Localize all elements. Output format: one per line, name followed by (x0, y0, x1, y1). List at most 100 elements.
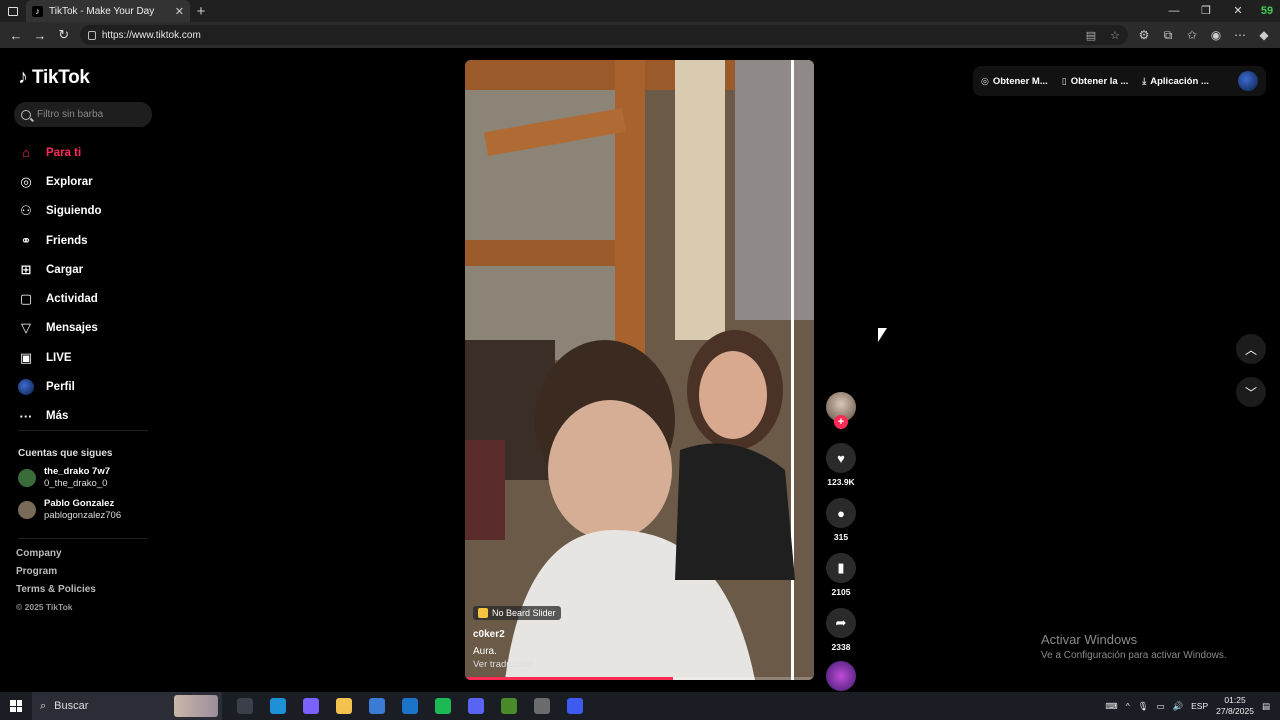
search-box[interactable] (14, 102, 152, 127)
keyboard-icon[interactable]: ⌨ (1105, 701, 1117, 712)
taskbar-app-edge[interactable] (261, 692, 294, 720)
app-icon (566, 698, 583, 714)
search-highlight-image (174, 695, 218, 717)
taskbar-app-explorer[interactable] (327, 692, 360, 720)
tab-close-icon[interactable]: ✕ (175, 5, 184, 18)
tiktok-logo[interactable]: ♪ TikTok (18, 66, 90, 89)
video-progress-bar[interactable] (465, 677, 814, 680)
nav-item-friends[interactable]: ⚭ Friends (18, 226, 102, 255)
bookmark-icon[interactable]: ▮ (826, 553, 856, 583)
nav-item-explore[interactable]: ◎ Explorar (18, 167, 102, 196)
taskbar-clock[interactable]: 01:25 27/8/2025 (1216, 695, 1254, 717)
nav-item-more[interactable]: ··· Más (18, 402, 102, 431)
taskbar-app-spotify[interactable] (426, 692, 459, 720)
creator-avatar[interactable]: + (826, 392, 856, 429)
coin-icon: ◎ (981, 75, 989, 86)
taskbar-app-app[interactable] (558, 692, 591, 720)
home-icon: ⌂ (22, 145, 30, 161)
split-icon[interactable]: ⧉ (1156, 28, 1180, 43)
comment-count: 315 (833, 532, 849, 542)
microphone-icon[interactable]: 🎙 (1138, 701, 1149, 712)
footer-link[interactable]: Terms & Policies (16, 584, 96, 602)
favorite-star-icon[interactable]: ☆ (1110, 29, 1120, 42)
nav-item-label: Mensajes (46, 322, 98, 335)
copilot-icon (302, 698, 319, 714)
video-progress-fill (465, 677, 674, 680)
share-action[interactable]: ➦ 2338 (826, 608, 856, 652)
back-icon[interactable]: ← (4, 28, 28, 43)
follow-plus-icon[interactable]: + (834, 415, 848, 429)
taskbar-search[interactable]: ⌕ Buscar (32, 692, 222, 720)
taskbar-app-task-view[interactable] (228, 692, 261, 720)
reload-icon[interactable]: ↻ (52, 27, 76, 43)
music-disc-icon[interactable] (826, 661, 856, 691)
mail-icon (401, 698, 418, 714)
nav-item-label: Perfil (46, 381, 75, 394)
language-indicator[interactable]: ESP (1191, 701, 1208, 711)
tab-actions-button[interactable] (0, 0, 26, 22)
window-controls: — ❐ ✕ 59 (1158, 0, 1280, 22)
sidebar: ♪ TikTok ⌂ Para ti ◎ Explorar ⚇ Siguiendo ⚭ Fri… (0, 48, 165, 690)
nav-item-live[interactable]: ▣ LIVE (18, 343, 102, 372)
video-player[interactable]: No Beard Slider c0ker2 Aura. Ver traducc… (465, 60, 814, 680)
footer-link[interactable]: Company (16, 548, 96, 566)
extension-badge-icon[interactable]: 59 (1254, 0, 1280, 22)
see-translation-link[interactable]: Ver traducción (473, 659, 561, 670)
profile-icon[interactable]: ◉ (1204, 28, 1228, 43)
taskbar-app-minecraft[interactable] (492, 692, 525, 720)
save-action[interactable]: ▮ 2105 (826, 553, 856, 597)
video-username[interactable]: c0ker2 (473, 629, 561, 640)
copyright: © 2025 TikTok (16, 602, 73, 612)
get-coins-button[interactable]: ◎ Obtener M... (981, 76, 1048, 87)
get-app-button[interactable]: ▯ Obtener la ... (1062, 76, 1129, 87)
share-icon[interactable]: ➦ (826, 608, 856, 638)
extensions-icon[interactable]: ⚙ (1132, 28, 1156, 43)
copilot-icon[interactable]: ◆ (1252, 28, 1276, 43)
followed-account[interactable]: Pablo Gonzalez pablogonzalez706 (18, 498, 121, 522)
start-button[interactable] (0, 692, 32, 720)
account-names: the_drako 7w7 0_the_drako_0 (44, 466, 110, 490)
taskbar-app-obs[interactable] (525, 692, 558, 720)
comment-action[interactable]: ● 315 (826, 498, 856, 542)
next-video-button[interactable]: ﹀ (1236, 377, 1266, 407)
minimize-icon[interactable]: — (1158, 0, 1190, 22)
menu-icon[interactable]: ⋯ (1228, 28, 1252, 43)
tray-overflow-icon[interactable]: ^ (1126, 701, 1130, 711)
browser-tab[interactable]: ♪ TikTok - Make Your Day ✕ (26, 0, 190, 22)
search-input[interactable] (37, 109, 142, 120)
url-field[interactable]: https://www.tiktok.com ▤ ☆ (79, 25, 1128, 45)
heart-icon[interactable]: ♥ (826, 443, 856, 473)
footer-link[interactable]: Program (16, 566, 96, 584)
nav-item-profile[interactable]: Perfil (18, 372, 102, 401)
effect-badge[interactable]: No Beard Slider (473, 606, 561, 620)
comment-icon[interactable]: ● (826, 498, 856, 528)
nav-item-messages[interactable]: ▽ Mensajes (18, 314, 102, 343)
account-names: Pablo Gonzalez pablogonzalez706 (44, 498, 121, 522)
volume-icon[interactable]: 🔊 (1173, 701, 1184, 712)
taskbar-search-label: Buscar (54, 700, 89, 712)
followed-account[interactable]: the_drako 7w7 0_the_drako_0 (18, 466, 110, 490)
notifications-icon[interactable]: ▤ (1262, 701, 1270, 712)
taskbar-app-mail[interactable] (393, 692, 426, 720)
nav-item-for-you[interactable]: ⌂ Para ti (18, 138, 102, 167)
browser-tab-strip: ♪ TikTok - Make Your Day ✕ + — ❐ ✕ 59 (0, 0, 1280, 22)
lock-icon (87, 30, 96, 40)
forward-icon[interactable]: → (28, 28, 52, 43)
more-icon: ··· (19, 408, 33, 424)
taskbar-app-store[interactable] (360, 692, 393, 720)
previous-video-button[interactable]: ︿ (1236, 334, 1266, 364)
reader-icon[interactable]: ▤ (1086, 29, 1096, 42)
network-icon[interactable]: ▭ (1157, 701, 1165, 712)
restore-icon[interactable]: ❐ (1190, 0, 1222, 22)
taskbar-app-discord[interactable] (459, 692, 492, 720)
user-avatar[interactable] (1238, 71, 1258, 91)
nav-item-activity[interactable]: ▢ Actividad (18, 284, 102, 313)
taskbar-app-copilot[interactable] (294, 692, 327, 720)
new-tab-button[interactable]: + (190, 3, 212, 20)
nav-item-following[interactable]: ⚇ Siguiendo (18, 197, 101, 226)
close-window-icon[interactable]: ✕ (1222, 0, 1254, 22)
like-action[interactable]: ♥ 123.9K (826, 443, 856, 487)
nav-item-upload[interactable]: ⊞ Cargar (18, 255, 102, 284)
favorites-icon[interactable]: ✩ (1180, 28, 1204, 43)
desktop-app-button[interactable]: ⤓ Aplicación ... (1142, 76, 1209, 87)
